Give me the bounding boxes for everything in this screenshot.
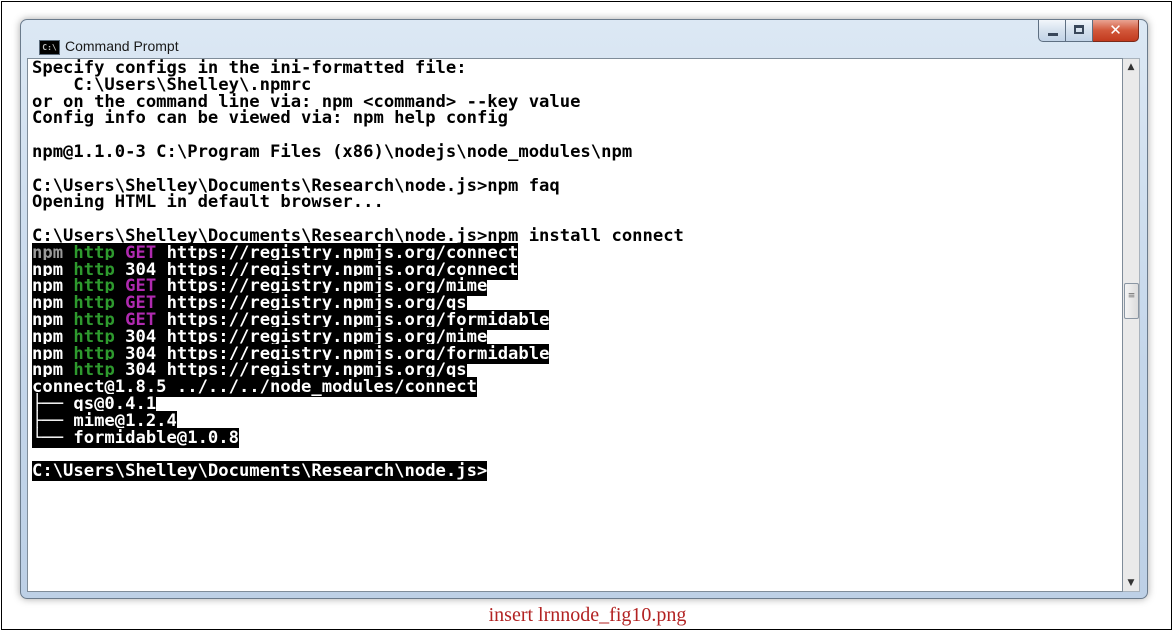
console-text: Opening HTML in default browser...	[32, 192, 384, 213]
console-line: Opening HTML in default browser...	[32, 194, 684, 211]
grip-icon: ≡	[1127, 291, 1136, 301]
command-prompt-window[interactable]: C:\ Command Prompt ✕ Specify configs in …	[20, 19, 1148, 599]
console-lines: Specify configs in the ini-formatted fil…	[32, 59, 684, 482]
console-line: └── formidable@1.0.8	[32, 427, 684, 448]
scroll-up-arrow-icon[interactable]: ▲	[1123, 62, 1139, 72]
console-line: ├── mime@1.2.4	[32, 410, 684, 431]
title-bar[interactable]: C:\ Command Prompt ✕	[21, 20, 1147, 58]
minimize-icon	[1048, 33, 1058, 36]
console-line: Config info can be viewed via: npm help …	[32, 110, 684, 127]
maximize-icon	[1074, 25, 1084, 34]
scroll-thumb[interactable]: ≡	[1124, 283, 1139, 319]
close-button[interactable]: ✕	[1093, 20, 1139, 42]
console-line: C:\Users\Shelley\Documents\Research\node…	[32, 461, 684, 482]
figure-frame: C:\ Command Prompt ✕ Specify configs in …	[1, 1, 1172, 630]
console-line: npm@1.1.0-3 C:\Program Files (x86)\nodej…	[32, 141, 684, 162]
window-title: Command Prompt	[65, 38, 179, 54]
console-text: npm@1.1.0-3 C:\Program Files (x86)\nodej…	[32, 141, 633, 162]
console-output[interactable]: Specify configs in the ini-formatted fil…	[27, 58, 1123, 592]
console-text: C:\Users\Shelley\Documents\Research\node…	[32, 461, 488, 482]
maximize-button[interactable]	[1066, 20, 1093, 42]
cmd-icon[interactable]: C:\	[39, 40, 60, 55]
window-controls: ✕	[1038, 20, 1139, 42]
console-text: └── formidable@1.0.8	[32, 427, 239, 448]
console-text: Config info can be viewed via: npm help …	[32, 108, 508, 129]
vertical-scrollbar[interactable]: ▲ ≡ ▼	[1123, 58, 1140, 592]
figure-caption: insert lrnnode_fig10.png	[488, 604, 687, 626]
minimize-button[interactable]	[1038, 20, 1066, 42]
scroll-down-arrow-icon[interactable]: ▼	[1123, 578, 1139, 588]
close-icon: ✕	[1109, 21, 1122, 39]
